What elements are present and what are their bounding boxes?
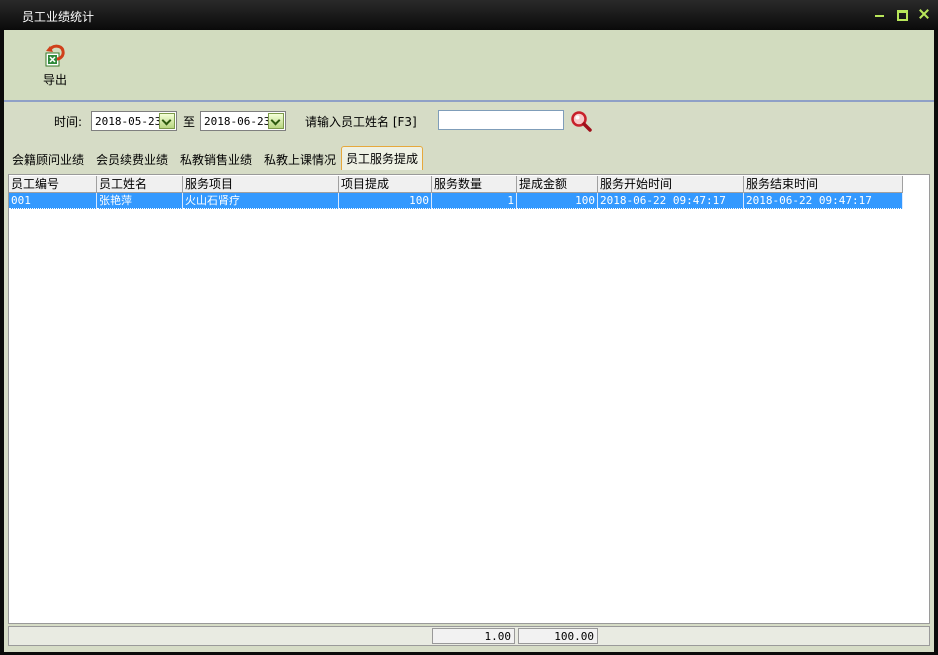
toolbar: 导出: [4, 30, 934, 102]
service-start-time-cell: 2018-06-22 09:47:17: [598, 193, 744, 209]
summary-footer: 1.00 100.00: [8, 626, 930, 646]
window-controls: [872, 6, 932, 22]
employee-id-cell: 001: [9, 193, 97, 209]
export-label: 导出: [42, 73, 67, 87]
maximize-icon[interactable]: [894, 6, 910, 22]
service-item-cell: 火山石肾疗: [183, 193, 339, 209]
tab-member-renewal[interactable]: 会员续费业绩: [92, 150, 172, 170]
employee-name-input[interactable]: [438, 110, 564, 130]
employee-name-cell: 张艳萍: [97, 193, 183, 209]
column-header[interactable]: 提成金额: [517, 176, 598, 192]
commission-amount-cell: 100: [517, 193, 598, 209]
data-table[interactable]: 员工编号 员工姓名 服务项目 项目提成 服务数量 提成金额 服务开始时间 服务结…: [8, 174, 930, 624]
employee-name-label: 请输入员工姓名 [F3]: [305, 115, 417, 129]
service-end-time-cell: 2018-06-22 09:47:17: [744, 193, 903, 209]
client-area: 导出 时间: 2018-05-23 至 2018-06-23 请输入员工姓名 […: [4, 30, 934, 652]
to-label: 至: [183, 115, 196, 129]
excel-export-icon: [45, 44, 65, 67]
chevron-down-icon[interactable]: [159, 113, 175, 129]
column-header[interactable]: 员工姓名: [97, 176, 183, 192]
amount-total: 100.00: [518, 628, 598, 644]
column-header[interactable]: 服务项目: [183, 176, 339, 192]
tab-membership-consultant[interactable]: 会籍顾问业绩: [8, 150, 88, 170]
filter-bar: 时间: 2018-05-23 至 2018-06-23 请输入员工姓名 [F3]: [4, 102, 934, 142]
search-icon[interactable]: [570, 110, 592, 132]
tab-strip: 会籍顾问业绩 会员续费业绩 私教销售业绩 私教上课情况 员工服务提成: [4, 146, 934, 170]
column-header[interactable]: 项目提成: [339, 176, 432, 192]
end-date-picker[interactable]: 2018-06-23: [200, 111, 286, 131]
minimize-icon[interactable]: [872, 6, 888, 22]
chevron-down-icon[interactable]: [268, 113, 284, 129]
column-header[interactable]: 服务开始时间: [598, 176, 744, 192]
start-date-picker[interactable]: 2018-05-23: [91, 111, 177, 131]
tab-employee-service-commission[interactable]: 员工服务提成: [341, 146, 424, 170]
window-title: 员工业绩统计: [22, 10, 95, 24]
tab-private-class-status[interactable]: 私教上课情况: [260, 150, 340, 170]
table-header: 员工编号 员工姓名 服务项目 项目提成 服务数量 提成金额 服务开始时间 服务结…: [9, 176, 903, 193]
quantity-total: 1.00: [432, 628, 515, 644]
item-commission-cell: 100: [339, 193, 432, 209]
end-date-value: 2018-06-23: [204, 115, 271, 128]
column-header[interactable]: 服务结束时间: [744, 176, 903, 192]
column-header[interactable]: 员工编号: [9, 176, 97, 192]
table-row[interactable]: 001 张艳萍 火山石肾疗 100 1 100 2018-06-22 09:47…: [9, 193, 903, 209]
service-quantity-cell: 1: [432, 193, 517, 209]
column-header[interactable]: 服务数量: [432, 176, 517, 192]
tab-private-coach-sales[interactable]: 私教销售业绩: [176, 150, 256, 170]
close-icon[interactable]: [916, 6, 932, 22]
title-bar[interactable]: 员工业绩统计: [0, 0, 938, 30]
export-button[interactable]: 导出: [38, 42, 72, 92]
start-date-value: 2018-05-23: [95, 115, 162, 128]
app-window: 员工业绩统计 导出 时间: 2018-05-23 至 2018-06-23 请输…: [0, 0, 938, 655]
time-label: 时间:: [54, 115, 83, 129]
